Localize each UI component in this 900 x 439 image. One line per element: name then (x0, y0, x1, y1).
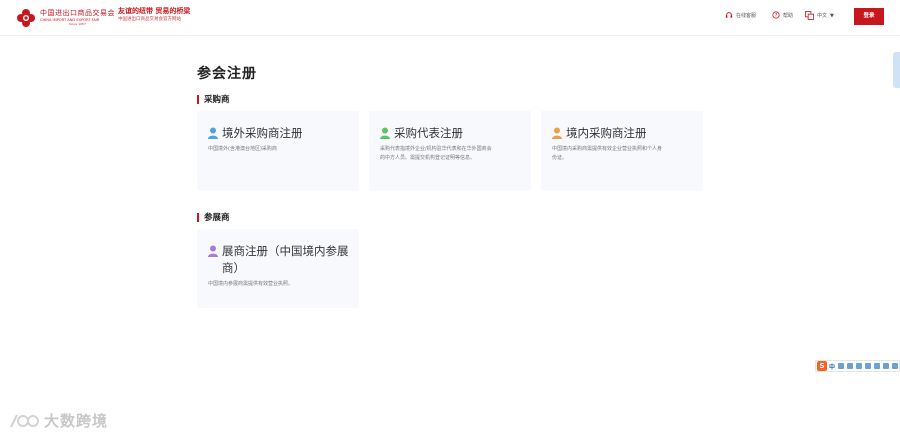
watermark-text: 大数跨境 (44, 412, 109, 430)
language-select[interactable]: 中文 ▼ (805, 11, 834, 20)
card-desc-overseas-buyer: 中国境外(含港澳台地区)采购商 (208, 146, 277, 152)
ime-emoji-icon[interactable] (856, 363, 863, 369)
slogan-main: 友谊的纽带 贸易的桥梁 (118, 7, 191, 15)
person-icon (208, 245, 218, 257)
card-domestic-buyer[interactable]: 境内采购商注册 中国境内采购商需提供有效企业营业执照和个人身份证。 (541, 111, 703, 191)
person-icon (380, 127, 390, 139)
help-link[interactable]: ? 帮助 (772, 11, 793, 19)
logo-since-text: Since 1957 (69, 22, 86, 27)
page-title: 参会注册 (197, 66, 257, 82)
section-header-exhibitors: 参展商 (197, 211, 230, 223)
sogou-logo-icon: S (817, 361, 827, 371)
card-overseas-buyer[interactable]: 境外采购商注册 中国境外(含港澳台地区)采购商 (197, 111, 359, 191)
card-desc-buyer-representative: 采购代表指境外企业/机构驻华代表和在华外国商会的中方人员。需提交机构登记证明等信… (380, 146, 492, 161)
language-icon (805, 11, 814, 20)
section-header-buyers: 采购商 (197, 93, 230, 105)
watermark: 大数跨境 (8, 410, 108, 431)
person-icon (208, 127, 218, 139)
ime-keyboard-icon[interactable] (865, 363, 872, 369)
ime-voice-icon[interactable] (874, 363, 881, 369)
ime-punctuation-icon[interactable] (847, 363, 854, 369)
person-icon (552, 127, 562, 139)
ime-mode-label[interactable]: 中 (829, 362, 835, 371)
slogan: 友谊的纽带 贸易的桥梁 中国进出口商品交易会官方网站 (118, 8, 190, 23)
side-float-tab[interactable] (893, 52, 900, 88)
language-label: 中文 (817, 13, 828, 19)
card-title-exhibitor: 展商注册（中国境内参展商） (222, 244, 349, 275)
online-service-label: 在线客服 (736, 12, 757, 19)
headset-icon (725, 12, 733, 18)
section-title-buyers: 采购商 (204, 95, 230, 105)
card-title-domestic-buyer: 境内采购商注册 (566, 126, 647, 140)
chevron-down-icon: ▼ (830, 12, 834, 19)
section-accent-bar (197, 94, 199, 104)
ime-skin-icon[interactable] (883, 363, 890, 369)
ime-toolbar[interactable]: S 中 (815, 360, 900, 372)
logo-flower-icon (16, 8, 36, 28)
online-service-link[interactable]: 在线客服 (725, 11, 756, 19)
card-exhibitor[interactable]: 展商注册（中国境内参展商） 中国境内参展商需提供有效营业执照。 (197, 229, 359, 308)
ime-moon-icon[interactable] (838, 363, 845, 369)
login-button[interactable]: 登录 (854, 8, 884, 25)
card-title-buyer-representative: 采购代表注册 (394, 126, 463, 140)
card-buyer-representative[interactable]: 采购代表注册 采购代表指境外企业/机构驻华代表和在华外国商会的中方人员。需提交机… (369, 111, 531, 191)
canton-fair-logo[interactable]: 中国进出口商品交易会 CHINA IMPORT AND EXPORT FAIR … (16, 8, 115, 28)
watermark-logo-icon (10, 414, 39, 427)
help-label: 帮助 (783, 12, 794, 19)
card-title-overseas-buyer: 境外采购商注册 (222, 126, 303, 140)
slogan-sub: 中国进出口商品交易会官方网站 (118, 17, 181, 22)
top-header: 中国进出口商品交易会 CHINA IMPORT AND EXPORT FAIR … (0, 0, 900, 36)
card-desc-exhibitor: 中国境内参展商需提供有效营业执照。 (208, 281, 294, 287)
help-icon: ? (772, 11, 780, 19)
card-desc-domestic-buyer: 中国境内采购商需提供有效企业营业执照和个人身份证。 (552, 146, 663, 161)
ime-tools-icon[interactable] (892, 363, 899, 369)
logo-cn-text: 中国进出口商品交易会 (40, 8, 115, 17)
section-title-exhibitors: 参展商 (204, 213, 230, 223)
section-accent-bar (197, 212, 199, 222)
